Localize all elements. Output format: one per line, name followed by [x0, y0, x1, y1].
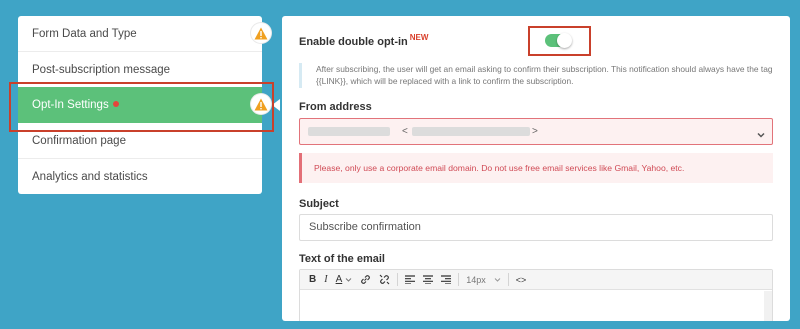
- align-left-icon[interactable]: [401, 270, 419, 290]
- subject-label: Subject: [299, 198, 339, 210]
- email-text-editor[interactable]: B I A 14px <>: [299, 269, 773, 321]
- bracket-close: >: [532, 126, 538, 137]
- editor-toolbar: B I A 14px <>: [300, 270, 772, 290]
- align-right-icon[interactable]: [437, 270, 455, 290]
- font-color-button[interactable]: A: [332, 270, 357, 290]
- opt-in-info-note: After subscribing, the user will get an …: [299, 63, 773, 88]
- toggle-knob: [557, 33, 572, 48]
- sidebar-item-label: Form Data and Type: [32, 27, 137, 40]
- font-color-label: A: [335, 274, 343, 285]
- toolbar-divider: [507, 273, 509, 286]
- toolbar-divider: [397, 273, 399, 286]
- caret-down-icon: [345, 277, 352, 282]
- subject-input[interactable]: Subscribe confirmation: [299, 214, 773, 241]
- unlink-icon[interactable]: [375, 270, 394, 290]
- settings-sidebar: Form Data and Type Post-subscription mes…: [18, 16, 262, 194]
- align-center-icon[interactable]: [419, 270, 437, 290]
- sidebar-item-opt-in[interactable]: Opt-In Settings: [18, 87, 262, 123]
- italic-button[interactable]: I: [320, 270, 331, 290]
- sidebar-item-label: Opt-In Settings: [32, 99, 109, 111]
- redacted-email: [412, 127, 530, 136]
- new-badge: NEW: [409, 33, 429, 42]
- sidebar-item-label: Post-subscription message: [32, 63, 171, 76]
- bracket-open: <: [402, 126, 408, 137]
- warning-icon: [251, 23, 271, 43]
- font-size-value: 14px: [466, 274, 486, 285]
- from-address-select[interactable]: < >: [299, 118, 773, 145]
- from-address-error: Please, only use a corporate email domai…: [299, 153, 773, 183]
- opt-in-title: Enable double opt-in: [299, 36, 408, 48]
- link-icon[interactable]: [356, 270, 375, 290]
- caret-down-icon: [494, 277, 501, 282]
- from-address-label: From address: [299, 101, 372, 113]
- editor-scrollbar[interactable]: [764, 291, 772, 321]
- opt-in-heading: Enable double opt-in NEW: [299, 33, 429, 48]
- opt-in-settings-panel: Enable double opt-in NEW After subscribin…: [282, 16, 790, 321]
- chevron-down-icon: [757, 126, 765, 144]
- sidebar-item-form-data[interactable]: Form Data and Type: [18, 16, 262, 52]
- warning-icon: [251, 94, 271, 114]
- email-text-label: Text of the email: [299, 253, 385, 265]
- unsaved-dot: [112, 101, 119, 107]
- double-opt-in-toggle[interactable]: [545, 33, 572, 48]
- redacted-name: [308, 127, 390, 136]
- sidebar-item-label: Confirmation page: [32, 134, 126, 147]
- code-view-button[interactable]: <>: [512, 270, 531, 290]
- font-size-select[interactable]: 14px: [462, 270, 505, 290]
- toolbar-divider: [458, 273, 460, 286]
- active-pointer: [272, 99, 280, 111]
- sidebar-item-analytics[interactable]: Analytics and statistics: [18, 159, 262, 195]
- sidebar-item-confirmation[interactable]: Confirmation page: [18, 123, 262, 159]
- bold-button[interactable]: B: [305, 270, 320, 290]
- sidebar-item-post-subscription[interactable]: Post-subscription message: [18, 52, 262, 88]
- sidebar-item-label: Analytics and statistics: [32, 171, 148, 183]
